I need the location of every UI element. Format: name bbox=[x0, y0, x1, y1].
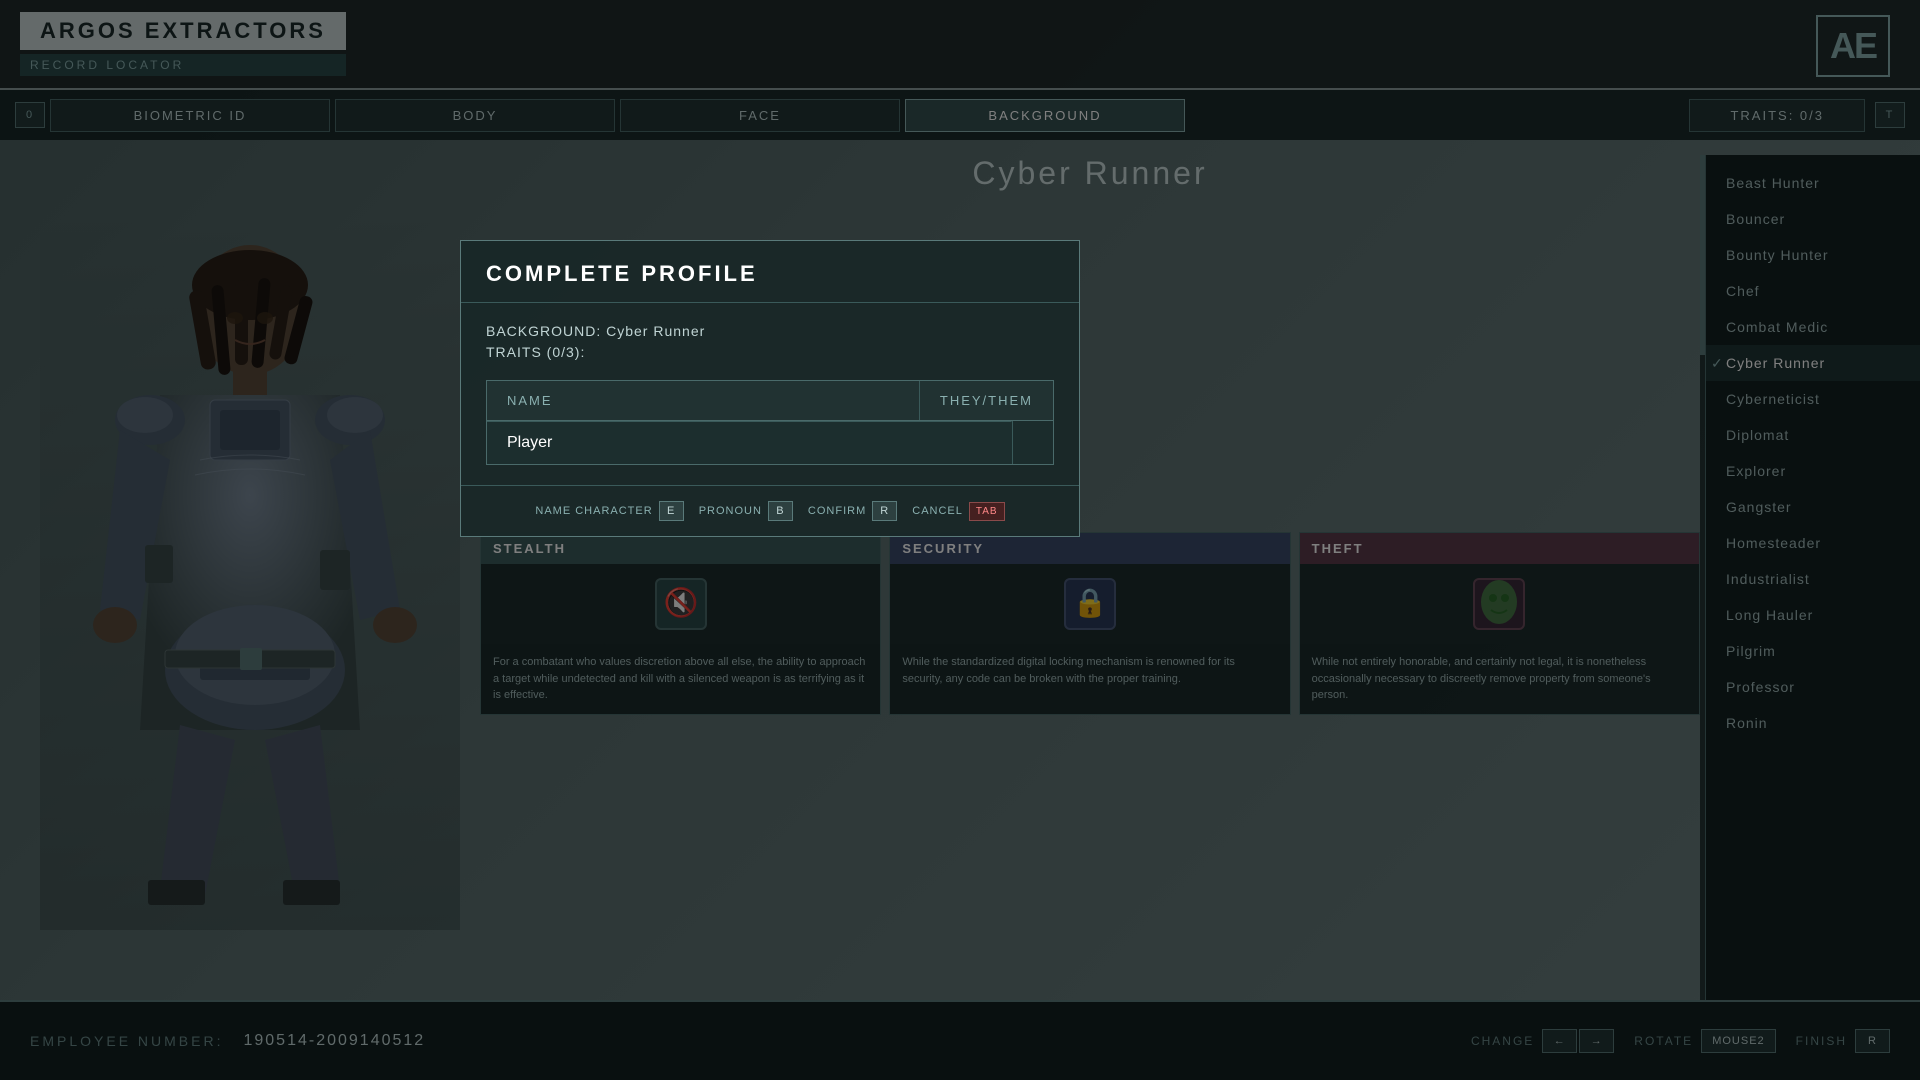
pronoun-key[interactable]: B bbox=[768, 501, 793, 521]
modal-pronoun-col: THEY/THEM bbox=[920, 381, 1053, 420]
modal-pronoun-value bbox=[1012, 421, 1053, 464]
modal-confirm-action: CONFIRM R bbox=[808, 501, 897, 521]
modal-name-headers: NAME THEY/THEM bbox=[486, 380, 1054, 421]
modal-overlay: COMPLETE PROFILE BACKGROUND: Cyber Runne… bbox=[0, 0, 1920, 1080]
modal-body: BACKGROUND: Cyber Runner TRAITS (0/3): N… bbox=[461, 303, 1079, 485]
modal-traits-info: TRAITS (0/3): bbox=[486, 344, 1054, 360]
confirm-key[interactable]: R bbox=[872, 501, 897, 521]
modal-background-info: BACKGROUND: Cyber Runner bbox=[486, 323, 1054, 339]
modal-title: COMPLETE PROFILE bbox=[461, 241, 1079, 303]
name-character-label: NAME CHARACTER bbox=[535, 505, 652, 517]
modal-name-col: NAME bbox=[487, 381, 920, 420]
name-character-key[interactable]: E bbox=[659, 501, 684, 521]
cancel-label: CANCEL bbox=[912, 505, 963, 517]
modal-name-value-row: Player bbox=[486, 421, 1054, 465]
modal-name-character-action: NAME CHARACTER E bbox=[535, 501, 683, 521]
modal-pronoun-action: PRONOUN B bbox=[699, 501, 793, 521]
complete-profile-modal: COMPLETE PROFILE BACKGROUND: Cyber Runne… bbox=[460, 240, 1080, 537]
modal-cancel-action: CANCEL TAB bbox=[912, 502, 1004, 521]
pronoun-label: PRONOUN bbox=[699, 505, 762, 517]
cancel-key[interactable]: TAB bbox=[969, 502, 1005, 521]
confirm-label: CONFIRM bbox=[808, 505, 866, 517]
modal-name-value[interactable]: Player bbox=[487, 421, 1012, 464]
modal-footer: NAME CHARACTER E PRONOUN B CONFIRM R CAN… bbox=[461, 485, 1079, 536]
